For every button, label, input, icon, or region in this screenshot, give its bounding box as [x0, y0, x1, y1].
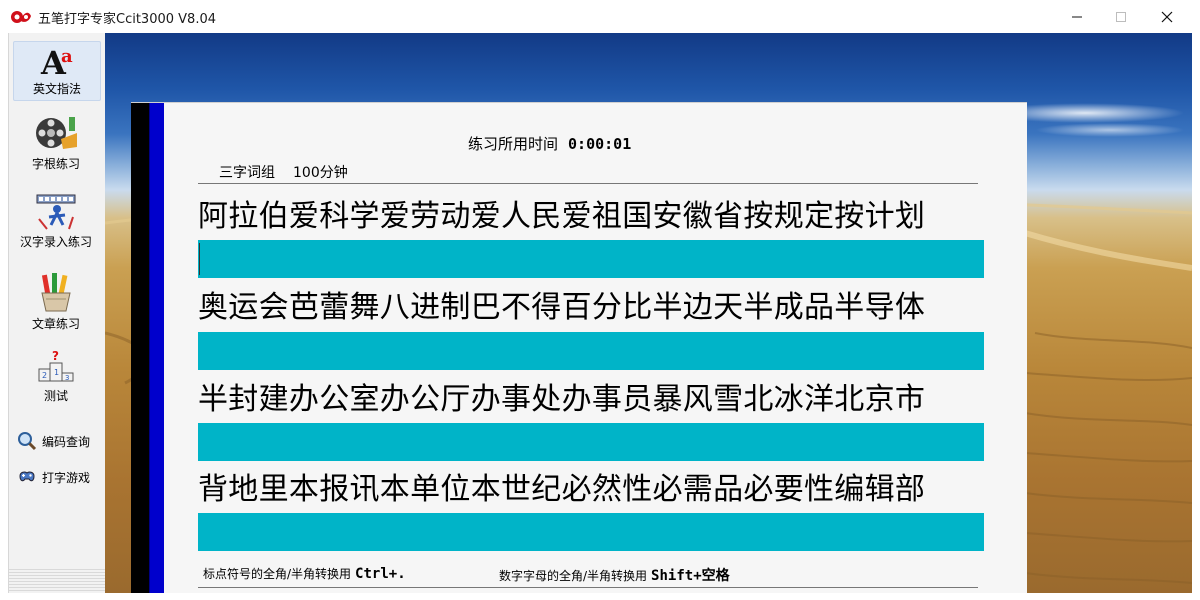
svg-text:3: 3 [65, 374, 69, 382]
typing-game-link[interactable]: 打字游戏 [17, 467, 90, 487]
punctuation-toggle-hint: 标点符号的全角/半角转换用 Ctrl+. [203, 565, 406, 582]
bottom-divider [198, 587, 978, 588]
film-reel-icon [36, 117, 77, 149]
reference-text-line-3: 半封建办公室办公厅办事处办事员暴风雪北冰洋北京市 [198, 382, 926, 417]
svg-text:2: 2 [42, 371, 47, 380]
window-border-bottom [0, 593, 1200, 600]
sidebar-item-test[interactable]: ? 1 2 3 测试 [13, 349, 99, 407]
window-border-left [0, 33, 8, 600]
typing-input-line-4[interactable] [198, 513, 984, 551]
text-cursor [199, 243, 200, 275]
punctuation-hint-label: 标点符号的全角/半角转换用 [203, 567, 352, 581]
sidebar-item-radical-practice[interactable]: 字根练习 [13, 113, 99, 175]
practice-panel: 练习所用时间 0:00:01 三字词组 100分钟 阿拉伯爱科学爱劳动爱人民爱祖国安… [131, 102, 1027, 594]
panel-side-strip [131, 103, 164, 594]
pencil-cup-icon [41, 273, 71, 312]
code-lookup-link[interactable]: 编码查询 [17, 431, 90, 451]
close-icon [1161, 11, 1173, 22]
title-bar: 五笔打字专家Ccit3000 V8.04 [0, 0, 1200, 34]
close-button[interactable] [1144, 0, 1190, 33]
minimize-button[interactable] [1054, 0, 1100, 33]
lesson-name: 三字词组 [219, 165, 275, 181]
window-border-right [1192, 33, 1200, 600]
svg-text:1: 1 [54, 368, 59, 377]
sidebar-item-label: 字根练习 [31, 157, 80, 171]
minimize-icon [1072, 16, 1082, 17]
sidebar-item-english-fingering[interactable]: A a 英文指法 [13, 41, 101, 101]
maximize-icon [1116, 11, 1126, 22]
window-title: 五笔打字专家Ccit3000 V8.04 [38, 12, 216, 27]
elapsed-time: 练习所用时间 0:00:01 [468, 133, 631, 154]
typing-figure-icon [36, 194, 76, 230]
sidebar-item-label: 测试 [43, 389, 68, 403]
sidebar-grip [9, 569, 105, 593]
typing-input-line-2[interactable] [198, 332, 984, 370]
sidebar: A a 英文指法 字根练习 汉字录入练习 文章练习 ? 1 2 3 测试 编码查… [8, 33, 106, 593]
digit-hint-key: Shift+空格 [651, 568, 730, 584]
svg-text:?: ? [52, 349, 59, 363]
english-letter-icon: A a [40, 44, 73, 78]
typing-game-label: 打字游戏 [42, 470, 91, 485]
maximize-button[interactable] [1098, 0, 1144, 33]
lesson-info: 三字词组 100分钟 [219, 162, 348, 182]
sidebar-item-hanzi-input-practice[interactable]: 汉字录入练习 [13, 189, 99, 255]
digit-hint-label: 数字字母的全角/半角转换用 [499, 569, 648, 583]
game-controller-icon [19, 471, 35, 482]
reference-text-line-2: 奥运会芭蕾舞八进制巴不得百分比半边天半成品半导体 [198, 290, 926, 325]
sidebar-item-label: 汉字录入练习 [19, 235, 92, 249]
typing-input-line-3[interactable] [198, 423, 984, 461]
svg-text:a: a [61, 46, 73, 67]
reference-text-line-4: 背地里本报讯本单位本世纪必然性必需品必要性编辑部 [198, 472, 926, 507]
typing-input-line-1[interactable] [198, 240, 984, 278]
lesson-duration: 100分钟 [293, 165, 348, 181]
magnifier-icon [18, 432, 37, 451]
sidebar-item-label: 文章练习 [31, 317, 80, 331]
elapsed-time-label: 练习所用时间 [468, 135, 559, 153]
reference-text-line-1: 阿拉伯爱科学爱劳动爱人民爱祖国安徽省按规定按计划 [198, 199, 926, 234]
podium-icon: ? 1 2 3 [38, 349, 74, 382]
digit-letter-toggle-hint: 数字字母的全角/半角转换用 Shift+空格 [499, 565, 730, 585]
code-lookup-label: 编码查询 [42, 434, 91, 449]
elapsed-time-value: 0:00:01 [568, 135, 632, 153]
app-logo-icon [11, 11, 31, 23]
top-divider [198, 183, 978, 184]
punctuation-hint-key: Ctrl+. [355, 566, 406, 582]
sidebar-item-label: 英文指法 [32, 82, 81, 96]
sidebar-item-article-practice[interactable]: 文章练习 [13, 271, 99, 335]
